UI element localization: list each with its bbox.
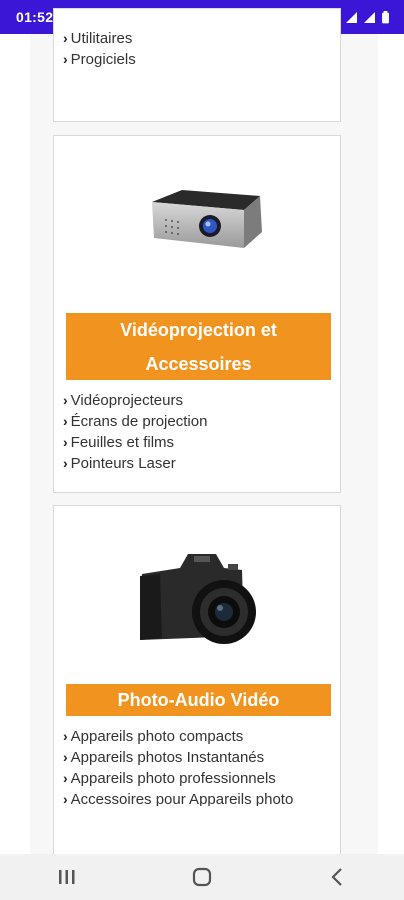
system-nav-bar — [0, 854, 404, 900]
camera-image[interactable] — [132, 546, 266, 646]
category-title[interactable]: Photo-Audio Vidéo — [66, 684, 331, 716]
list-item[interactable]: › Pointeurs Laser — [63, 453, 334, 470]
category-card-photo[interactable]: Photo-Audio Vidéo › Appareils photo compa… — [53, 505, 341, 865]
battery-icon — [382, 10, 389, 23]
home-button[interactable] — [172, 857, 232, 897]
list-item[interactable]: › Appareils photos Instantanés — [63, 747, 334, 768]
category-link[interactable]: Progiciels — [71, 49, 136, 68]
category-link-list: › Utilitaires › Progiciels — [63, 28, 334, 68]
category-link-list: › Vidéoprojecteurs › Écrans de projection … — [63, 390, 334, 470]
category-link[interactable]: Pointeurs Laser — [71, 453, 176, 470]
category-card-software[interactable]: › Utilitaires › Progiciels — [53, 8, 341, 122]
list-item[interactable]: › Progiciels — [63, 49, 334, 68]
signal-icon — [364, 11, 375, 23]
category-link[interactable]: Feuilles et films — [71, 432, 174, 453]
back-icon — [331, 868, 342, 886]
list-item[interactable]: › Appareils photo compacts — [63, 726, 334, 747]
recent-apps-icon — [59, 870, 75, 884]
projector-image[interactable] — [132, 186, 272, 256]
category-link-list: › Appareils photo compacts › Appareils pho… — [63, 726, 334, 806]
back-button[interactable] — [307, 857, 367, 897]
signal-icon — [346, 11, 357, 23]
status-time: 01:52 — [16, 9, 54, 25]
category-link[interactable]: Appareils photo professionnels — [71, 768, 276, 789]
list-item[interactable]: › Utilitaires — [63, 28, 334, 49]
category-link[interactable]: Vidéoprojecteurs — [71, 390, 183, 411]
category-link[interactable]: Utilitaires — [71, 28, 133, 49]
recent-apps-button[interactable] — [37, 857, 97, 897]
category-link[interactable]: Accessoires pour Appareils photo — [71, 789, 294, 806]
category-link[interactable]: Écrans de projection — [71, 411, 208, 432]
list-item[interactable]: › Appareils photo professionnels — [63, 768, 334, 789]
home-icon — [192, 867, 212, 887]
list-item[interactable]: › Vidéoprojecteurs — [63, 390, 334, 411]
list-item[interactable]: › Feuilles et films — [63, 432, 334, 453]
category-title[interactable]: Vidéoprojection et Accessoires — [66, 313, 331, 380]
category-link[interactable]: Appareils photo compacts — [71, 726, 244, 747]
category-link[interactable]: Appareils photos Instantanés — [71, 747, 264, 768]
list-item[interactable]: › Écrans de projection — [63, 411, 334, 432]
list-item[interactable]: › Accessoires pour Appareils photo — [63, 789, 334, 806]
category-card-videoprojection[interactable]: Vidéoprojection et Accessoires › Vidéopro… — [53, 135, 341, 493]
